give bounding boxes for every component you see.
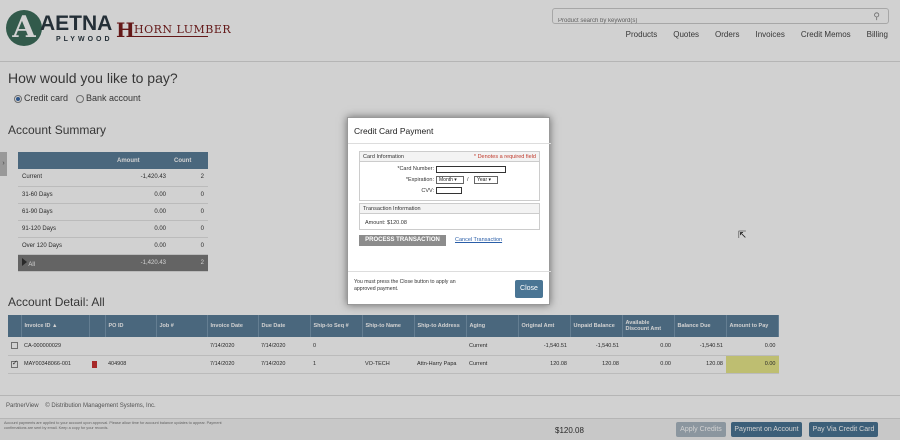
- month-select-value: Month: [439, 177, 453, 183]
- card-information-section: Card Information * Denotes a required fie…: [359, 151, 540, 201]
- cancel-transaction-link[interactable]: Cancel Transaction: [455, 237, 502, 243]
- dialog-footer-divider: [348, 271, 551, 272]
- required-note: * Denotes a required field: [473, 154, 536, 160]
- mouse-cursor-icon: ⇱: [738, 230, 747, 241]
- card-number-label: *Card Number:: [397, 166, 434, 172]
- card-information-title: Card Information: [363, 154, 404, 160]
- dialog-divider: [348, 143, 551, 144]
- expiration-label: *Expiration:: [405, 177, 434, 183]
- card-information-legend: Card Information * Denotes a required fie…: [360, 152, 539, 162]
- cvv-input[interactable]: [436, 187, 462, 194]
- transaction-information-section: Transaction Information Amount: $120.08: [359, 203, 540, 230]
- card-number-input[interactable]: [436, 166, 506, 173]
- dialog-title: Credit Card Payment: [354, 126, 434, 136]
- expiration-slash: /: [467, 177, 469, 183]
- transaction-amount: Amount: $120.08: [365, 220, 407, 226]
- year-select-value: Year: [477, 177, 488, 183]
- credit-card-payment-dialog: Credit Card Payment Card Information * De…: [347, 117, 551, 305]
- close-instruction: You must press the Close button to apply…: [354, 279, 456, 292]
- expiration-year-select[interactable]: Year ▾: [474, 176, 498, 184]
- expiration-month-select[interactable]: Month ▾: [436, 176, 464, 184]
- close-button[interactable]: Close: [515, 280, 543, 298]
- transaction-information-legend: Transaction Information: [360, 204, 539, 214]
- process-transaction-button[interactable]: PROCESS TRANSACTION: [359, 235, 446, 246]
- cvv-label: CVV:: [421, 188, 434, 194]
